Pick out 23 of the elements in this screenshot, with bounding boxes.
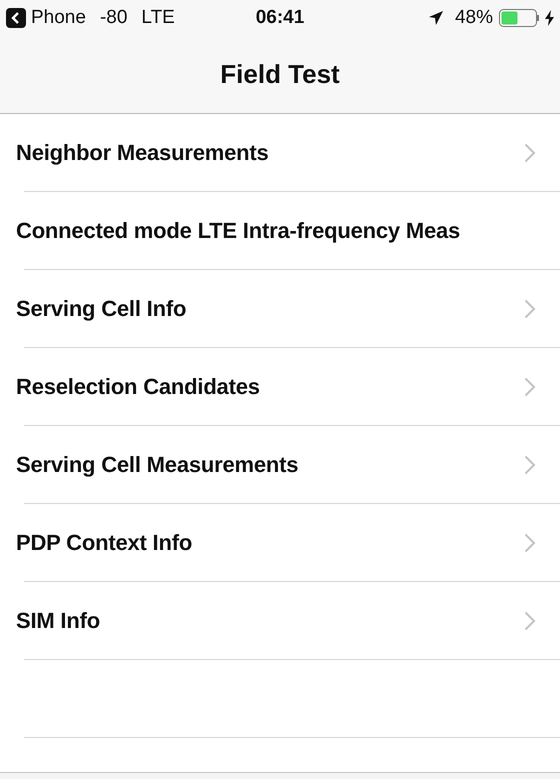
menu-row[interactable]: SIM Info	[0, 582, 560, 659]
charging-bolt-icon	[545, 10, 554, 26]
menu-row[interactable]: PDP Context Info	[0, 504, 560, 581]
back-icon[interactable]	[6, 8, 26, 28]
clock-time: 06:41	[256, 7, 304, 28]
location-arrow-icon	[428, 11, 443, 25]
chevron-icon	[524, 455, 536, 475]
menu-row[interactable]: Neighbor Measurements	[0, 114, 560, 191]
battery-icon	[499, 9, 539, 27]
chevron-icon	[524, 299, 536, 319]
signal-strength: -80	[100, 7, 128, 29]
menu-row[interactable]: Serving Cell Info	[0, 270, 560, 347]
menu-row[interactable]: Connected mode LTE Intra-frequency Meas	[0, 192, 560, 269]
menu-row[interactable]: Serving Cell Measurements	[0, 426, 560, 503]
network-type: LTE	[141, 7, 175, 29]
chevron-icon	[524, 611, 536, 631]
back-label[interactable]: Phone	[31, 7, 86, 29]
chevron-icon	[524, 533, 536, 553]
page-title: Field Test	[220, 59, 340, 90]
chevron-icon	[524, 143, 536, 163]
chevron-icon	[524, 377, 536, 397]
menu-row[interactable]: Reselection Candidates	[0, 348, 560, 425]
battery-percentage: 48%	[454, 7, 493, 29]
